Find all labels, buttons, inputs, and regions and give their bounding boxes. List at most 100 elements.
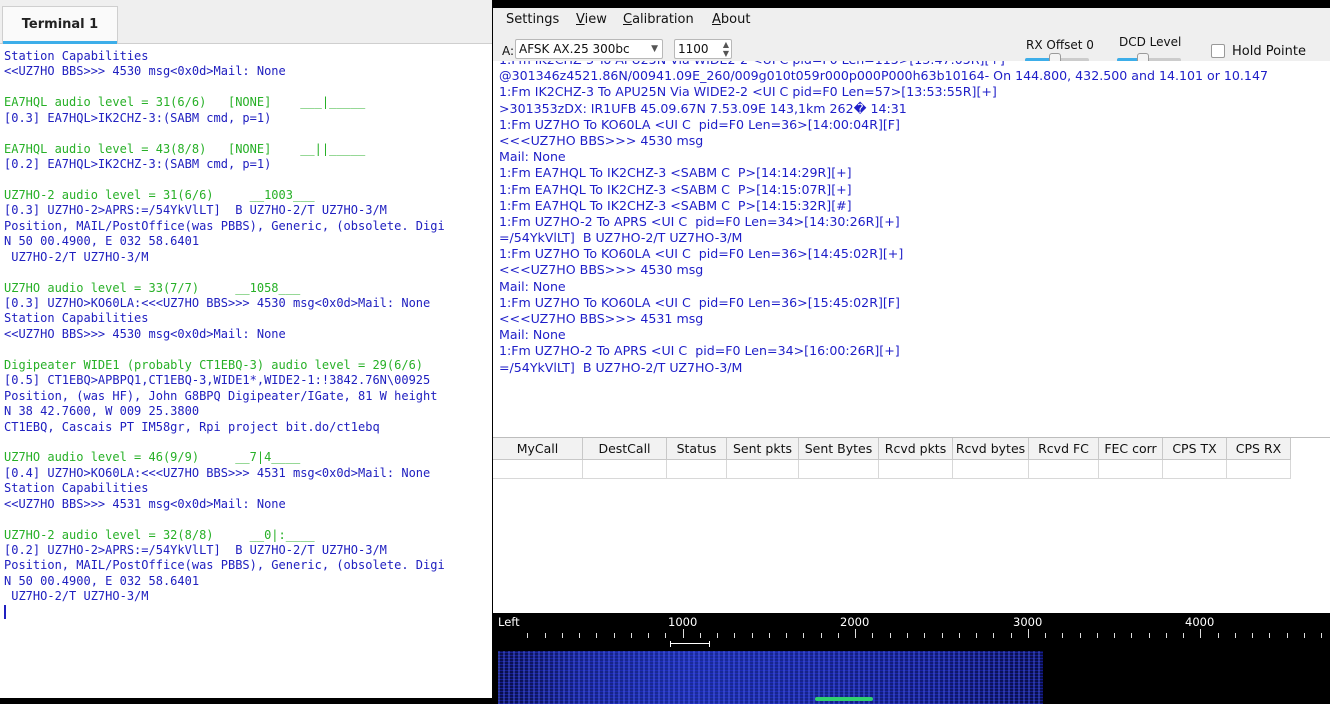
- ruler-tick: [769, 633, 770, 638]
- monitor-line: Mail: None: [499, 327, 566, 343]
- ruler-tick: [803, 633, 804, 638]
- terminal-line: <<UZ7HO BBS>>> 4530 msg<0x0d>Mail: None: [4, 326, 286, 341]
- terminal-tab-bar: Terminal 1: [0, 0, 492, 44]
- table-cell[interactable]: [1227, 460, 1291, 479]
- terminal-line: UZ7HO-2/T UZ7HO-3/M: [4, 589, 149, 604]
- column-header-sent-bytes[interactable]: Sent Bytes: [799, 438, 879, 460]
- table-row[interactable]: [493, 460, 1291, 479]
- table-cell[interactable]: [1163, 460, 1227, 479]
- terminal-tab[interactable]: Terminal 1: [2, 6, 118, 44]
- ruler-tick: [1149, 633, 1150, 638]
- ruler-tick: [1321, 633, 1322, 638]
- table-cell[interactable]: [1029, 460, 1099, 479]
- table-cell[interactable]: [667, 460, 727, 479]
- text-cursor: [4, 604, 6, 619]
- column-header-status[interactable]: Status: [667, 438, 727, 460]
- spin-arrows-icon[interactable]: ▲ ▼: [723, 40, 729, 58]
- column-header-sent-pkts[interactable]: Sent pkts: [727, 438, 799, 460]
- monitor-text-area[interactable]: 1:Fm IK2CHZ-3 To APU25N Via WIDE2-2 <UI …: [493, 61, 1330, 437]
- column-header-rcvd-bytes[interactable]: Rcvd bytes: [953, 438, 1029, 460]
- monitor-line: <<<UZ7HO BBS>>> 4530 msg: [499, 262, 704, 278]
- ruler-label: 1000: [668, 615, 698, 629]
- terminal-output[interactable]: Station Capabilities <<UZ7HO BBS>>> 4530 …: [0, 44, 492, 698]
- table-cell[interactable]: [493, 460, 583, 479]
- ruler-tick: [1218, 633, 1219, 638]
- terminal-line: Station Capabilities: [4, 481, 149, 496]
- column-header-cps-rx[interactable]: CPS RX: [1227, 438, 1291, 460]
- terminal-lines: Station Capabilities <<UZ7HO BBS>>> 4530 …: [4, 49, 492, 620]
- terminal-line: Position, (was HF), John G8BPQ Digipeate…: [4, 388, 438, 403]
- terminal-line: <<UZ7HO BBS>>> 4531 msg<0x0d>Mail: None: [4, 496, 286, 511]
- ruler-label: 4000: [1185, 615, 1215, 629]
- chevron-down-icon: ▼: [651, 44, 658, 54]
- terminal-line: Position, MAIL/PostOffice(was PBBS), Gen…: [4, 558, 445, 573]
- bandwidth-marker[interactable]: [670, 641, 710, 647]
- ruler-tick: [1166, 633, 1167, 638]
- terminal-line: <<UZ7HO BBS>>> 4530 msg<0x0d>Mail: None: [4, 64, 286, 79]
- column-header-rcvd-fc[interactable]: Rcvd FC: [1029, 438, 1099, 460]
- column-header-rcvd-pkts[interactable]: Rcvd pkts: [879, 438, 953, 460]
- ruler-tick: [527, 633, 528, 638]
- column-header-cps-tx[interactable]: CPS TX: [1163, 438, 1227, 460]
- ruler-tick: [683, 629, 684, 638]
- menu-bar: Settings View Calibration About: [493, 8, 1330, 34]
- menu-calibration-rest: alibration: [632, 12, 694, 27]
- terminal-line: [0.2] UZ7HO-2>APRS:=/54YkVlLT] B UZ7HO-2…: [4, 543, 387, 557]
- frequency-value: 1100: [678, 42, 709, 56]
- menu-view[interactable]: View: [576, 12, 607, 27]
- terminal-line: [0.3] EA7HQL>IK2CHZ-3:(SABM cmd, p=1): [4, 110, 272, 125]
- sessions-table-header: MyCall DestCall Status Sent pkts Sent Bytes R…: [493, 438, 1291, 460]
- table-cell[interactable]: [879, 460, 953, 479]
- ruler-tick: [890, 633, 891, 638]
- monitor-line: 1:Fm EA7HQL To IK2CHZ-3 <SABM C P>[14:15…: [499, 197, 852, 213]
- terminal-line: Station Capabilities: [4, 311, 149, 326]
- frequency-spinbox[interactable]: 1100 ▲ ▼: [674, 39, 732, 59]
- monitor-line: 1:Fm IK2CHZ-3 To APU25N Via WIDE2-2 <UI …: [499, 84, 997, 100]
- column-header-destcall[interactable]: DestCall: [583, 438, 667, 460]
- sessions-table[interactable]: MyCall DestCall Status Sent pkts Sent Bytes R…: [493, 437, 1330, 614]
- table-cell[interactable]: [953, 460, 1029, 479]
- ruler-tick: [631, 633, 632, 638]
- menu-about[interactable]: About: [712, 12, 750, 27]
- ruler-tick: [924, 633, 925, 638]
- terminal-line: [0.4] UZ7HO>KO60LA:<<<UZ7HO BBS>>> 4531 …: [4, 465, 431, 480]
- ruler-tick: [942, 633, 943, 638]
- table-cell[interactable]: [727, 460, 799, 479]
- terminal-line: [0.3] UZ7HO>KO60LA:<<<UZ7HO BBS>>> 4530 …: [4, 296, 431, 310]
- hold-pointer-checkbox[interactable]: [1211, 44, 1225, 58]
- column-header-fec-corr[interactable]: FEC corr: [1099, 438, 1163, 460]
- column-header-mycall[interactable]: MyCall: [493, 438, 583, 460]
- hold-pointer-label[interactable]: Hold Pointe: [1232, 44, 1306, 59]
- terminal-line: UZ7HO-2/T UZ7HO-3/M: [4, 249, 149, 264]
- ruler-tick: [1114, 633, 1115, 638]
- monitor-line: 1:Fm UZ7HO To KO60LA <UI C pid=F0 Len=36…: [499, 246, 904, 262]
- mode-select[interactable]: AFSK AX.25 300bc ▼: [515, 39, 663, 59]
- monitor-line: 1:Fm EA7HQL To IK2CHZ-3 <SABM C P>[14:15…: [499, 181, 852, 197]
- terminal-line: N 38 42.7600, W 009 25.3800: [4, 404, 200, 419]
- ruler-tick: [545, 633, 546, 638]
- table-cell[interactable]: [1099, 460, 1163, 479]
- ruler-tick: [665, 633, 666, 638]
- ruler-tick: [596, 633, 597, 638]
- menu-calibration[interactable]: Calibration: [623, 12, 694, 27]
- waterfall-display[interactable]: Left 1000 2000 3000 4000: [493, 613, 1330, 704]
- menu-settings[interactable]: Settings: [506, 12, 559, 27]
- table-cell[interactable]: [583, 460, 667, 479]
- monitor-line: @301346z4521.86N/00941.09E_260/009g010t0…: [499, 68, 1268, 84]
- ruler-tick: [976, 633, 977, 638]
- table-cell[interactable]: [799, 460, 879, 479]
- terminal-line: N 50 00.4900, E 032 58.6401: [4, 234, 200, 249]
- spectrum-waterfall: [498, 651, 1043, 704]
- bandwidth-marker-bar: [670, 643, 710, 644]
- ruler-tick: [752, 633, 753, 638]
- terminal-line: Station Capabilities: [4, 49, 149, 63]
- ruler-tick: [1131, 633, 1132, 638]
- ruler-tick: [1252, 633, 1253, 638]
- monitor-line: 1:Fm UZ7HO-2 To APRS <UI C pid=F0 Len=34…: [499, 213, 900, 229]
- ruler-tick: [1183, 633, 1184, 638]
